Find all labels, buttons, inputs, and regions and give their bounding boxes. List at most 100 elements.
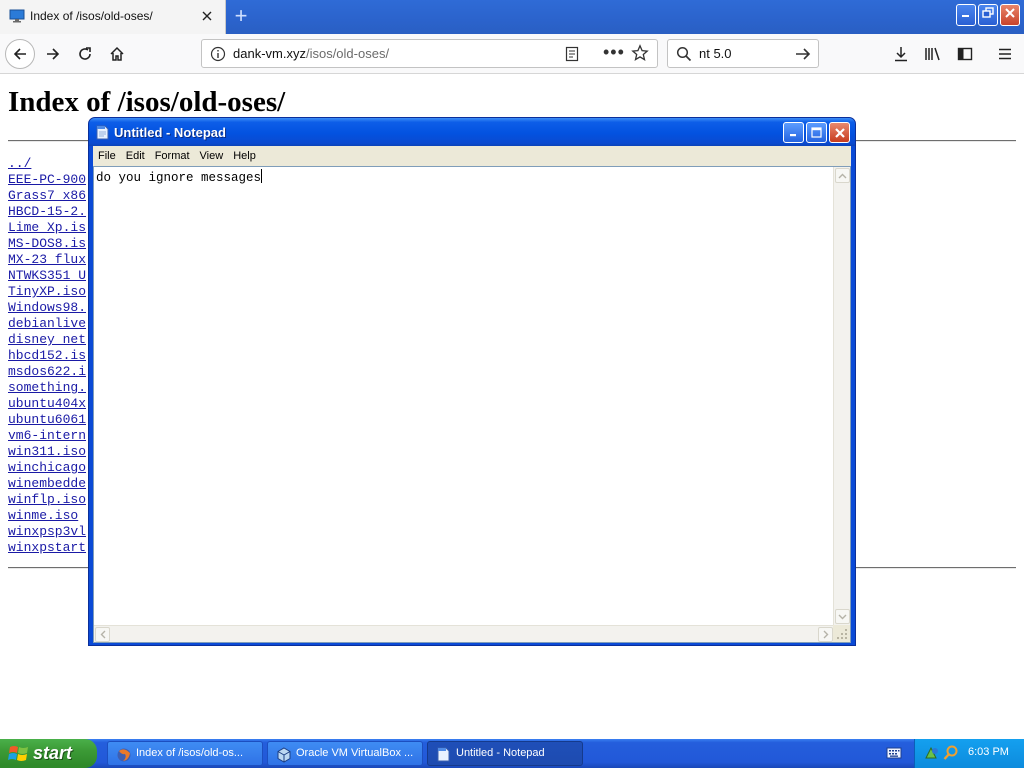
scroll-right-button[interactable] [818,627,833,642]
taskbar-label: Index of /isos/old-os... [136,747,243,759]
menu-format[interactable]: Format [150,150,195,162]
sidebar-icon [957,47,973,61]
taskbar: start Index of /isos/old-os... Oracle VM… [0,739,1024,768]
tab-close-icon[interactable] [199,8,215,24]
info-icon[interactable] [210,46,226,62]
file-link[interactable]: ../ [8,156,86,172]
file-link[interactable]: NTWKS351 U [8,268,86,284]
taskbar-label: Untitled - Notepad [456,747,545,759]
library-button[interactable] [918,39,948,69]
page-actions-icon[interactable]: ••• [603,42,625,63]
notepad-close-button[interactable] [829,122,850,143]
chevron-left-icon [100,630,105,639]
search-bar[interactable]: nt 5.0 [667,39,819,68]
maximize-icon [811,127,822,138]
scroll-down-button[interactable] [835,609,850,624]
reload-icon [79,47,91,60]
system-tray: 6:03 PM [914,739,1024,768]
minimize-icon [790,134,796,137]
chevron-up-icon [838,173,847,178]
close-icon [1005,8,1015,18]
file-link[interactable]: Windows98. [8,300,86,316]
search-icon [676,46,692,62]
scroll-up-button[interactable] [835,168,850,183]
file-link[interactable]: something. [8,380,86,396]
downloads-button[interactable] [886,39,916,69]
file-link[interactable]: disney net [8,332,86,348]
notepad-minimize-button[interactable] [783,122,804,143]
search-go-icon[interactable] [794,45,812,63]
file-link[interactable]: winchicago [8,460,86,476]
back-button[interactable] [5,39,35,69]
notepad-icon [96,125,109,140]
resize-grip[interactable] [833,625,850,642]
address-bar[interactable]: dank-vm.xyz/isos/old-oses/ ••• [201,39,658,68]
download-icon [895,47,907,62]
notepad-window[interactable]: Untitled - Notepad File Edit Format View… [88,117,856,646]
new-tab-button[interactable]: + [230,5,252,28]
home-button[interactable] [102,39,132,69]
forward-button[interactable] [38,39,68,69]
file-link[interactable]: win311.iso [8,444,86,460]
arrow-left-icon [13,48,26,60]
file-link[interactable]: hbcd152.is [8,348,86,364]
file-link[interactable]: Lime Xp.is [8,220,86,236]
window-restore-button[interactable] [978,4,998,26]
scroll-left-button[interactable] [95,627,110,642]
file-link[interactable]: vm6-intern [8,428,86,444]
file-link[interactable]: debianlive [8,316,86,332]
window-close-button[interactable] [1000,4,1020,26]
browser-tab-strip: Index of /isos/old-oses/ + [0,0,1024,34]
browser-tab[interactable]: Index of /isos/old-oses/ [0,0,226,34]
file-link[interactable]: winflp.iso [8,492,86,508]
start-label: start [33,743,73,763]
file-link[interactable]: EEE-PC-900 [8,172,86,188]
virtualbox-icon [277,747,291,763]
file-link[interactable]: ubuntu404x [8,396,86,412]
file-link[interactable]: ubuntu6061 [8,412,86,428]
notepad-title: Untitled - Notepad [114,125,226,140]
menu-button[interactable] [990,39,1020,69]
monitor-icon [9,9,25,23]
bookmark-star-icon[interactable] [631,44,649,62]
restore-icon [982,7,994,18]
horizontal-scrollbar[interactable] [94,625,834,642]
text-caret [261,169,263,183]
sidebar-button[interactable] [950,39,980,69]
file-link[interactable]: MS-DOS8.is [8,236,86,252]
minimize-icon [962,15,969,17]
vertical-scrollbar[interactable] [833,167,850,625]
file-link[interactable]: TinyXP.iso [8,284,86,300]
file-link[interactable]: Grass7 x86 [8,188,86,204]
notepad-text[interactable]: do you ignore messages [96,169,263,185]
taskbar-button-firefox[interactable]: Index of /isos/old-os... [107,741,263,766]
start-button[interactable]: start [0,739,97,768]
reload-button[interactable] [70,39,100,69]
notepad-title-bar[interactable]: Untitled - Notepad [89,118,855,146]
keyboard-icon[interactable] [886,746,902,760]
file-link[interactable]: winme.iso [8,508,86,524]
menu-help[interactable]: Help [228,150,261,162]
file-link[interactable]: winxpstart [8,540,86,556]
window-minimize-button[interactable] [956,4,976,26]
reader-view-icon[interactable] [564,46,580,62]
search-icon[interactable] [943,745,959,761]
address-path: /isos/old-oses/ [305,46,390,61]
file-link[interactable]: msdos622.i [8,364,86,380]
search-input[interactable]: nt 5.0 [699,46,732,61]
file-link[interactable]: winxpsp3vl [8,524,86,540]
address-host: dank-vm.xyz [233,46,306,61]
notepad-text-area[interactable]: do you ignore messages [93,166,851,643]
menu-file[interactable]: File [93,150,121,162]
menu-edit[interactable]: Edit [121,150,150,162]
chevron-down-icon [838,614,847,619]
taskbar-button-notepad[interactable]: Untitled - Notepad [427,741,583,766]
menu-view[interactable]: View [195,150,229,162]
file-link[interactable]: HBCD-15-2. [8,204,86,220]
file-link[interactable]: MX-23 flux [8,252,86,268]
file-link[interactable]: winembedde [8,476,86,492]
taskbar-button-virtualbox[interactable]: Oracle VM VirtualBox ... [267,741,423,766]
notepad-maximize-button[interactable] [806,122,827,143]
network-icon[interactable] [924,745,940,761]
notepad-text-content: do you ignore messages [96,171,262,185]
